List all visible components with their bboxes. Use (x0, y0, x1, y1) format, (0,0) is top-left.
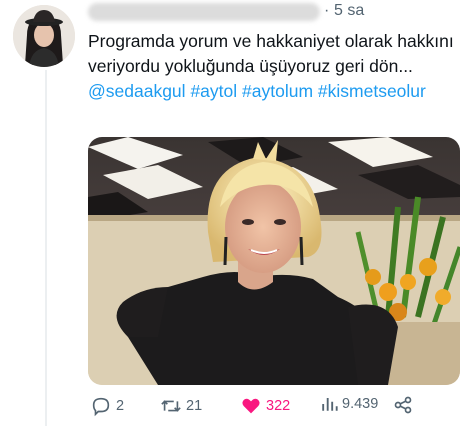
tweet-timestamp[interactable]: 5 sa (334, 2, 364, 20)
views-count: 9.439 (342, 396, 379, 412)
tweet-actions: 2 21 322 9.439 (88, 395, 468, 419)
views-icon (320, 395, 338, 413)
tweet-header: · 5 sa (88, 0, 468, 24)
thread-line (45, 70, 47, 426)
separator-dot: · (324, 2, 330, 19)
hashtag-link[interactable]: #aytolum (242, 81, 313, 101)
share-icon (393, 395, 413, 415)
tweet-media-photo[interactable] (88, 137, 460, 385)
hashtag-link[interactable]: #kismetseolur (318, 81, 426, 101)
views-button[interactable]: 9.439 (320, 395, 378, 413)
hashtag-link[interactable]: #aytol (190, 81, 237, 101)
tweet-body-text: Programda yorum ve hakkaniyet olarak hak… (88, 31, 454, 76)
retweet-button[interactable]: 21 (160, 395, 202, 417)
share-button[interactable] (393, 395, 413, 415)
avatar[interactable] (13, 5, 75, 67)
retweet-icon (160, 395, 182, 417)
author-name-blurred[interactable] (88, 3, 320, 21)
reply-count: 2 (116, 398, 125, 414)
tweet-text: Programda yorum ve hakkaniyet olarak hak… (88, 29, 466, 104)
retweet-count: 21 (186, 398, 203, 414)
like-button[interactable]: 322 (240, 395, 290, 417)
like-count: 322 (266, 398, 291, 414)
reply-button[interactable]: 2 (90, 395, 124, 417)
reply-icon (90, 395, 112, 417)
like-icon (240, 395, 262, 417)
mention-link[interactable]: @sedaakgul (88, 81, 186, 101)
